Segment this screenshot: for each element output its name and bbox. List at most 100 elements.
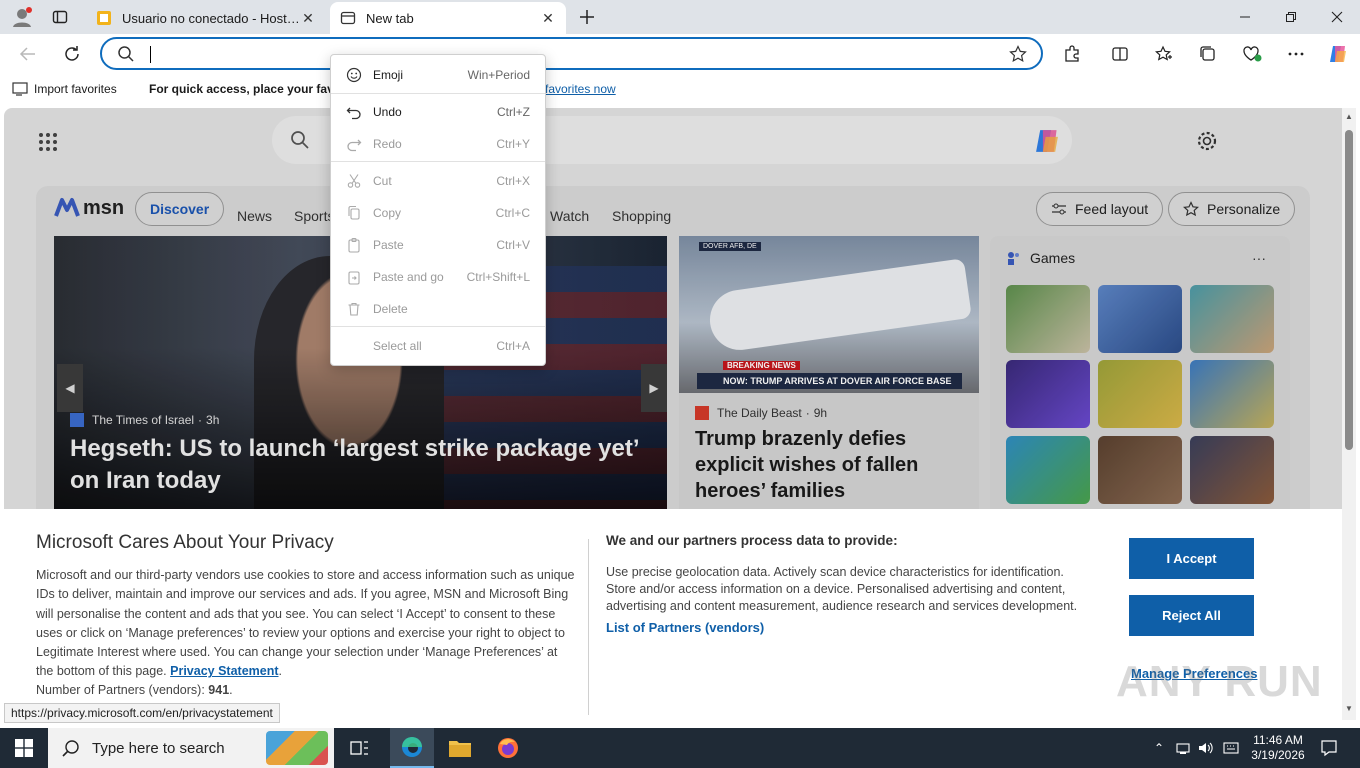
tab-close-icon[interactable]: ✕ <box>540 10 556 26</box>
favorites-icon[interactable] <box>1149 40 1179 68</box>
taskbar-edge-icon[interactable] <box>390 728 434 768</box>
menu-item-shortcut: Ctrl+X <box>496 174 530 188</box>
address-toolbar <box>0 34 1360 74</box>
minimize-icon[interactable] <box>1222 0 1268 34</box>
emoji-icon <box>345 66 363 84</box>
clock-date: 3/19/2026 <box>1251 748 1305 762</box>
favorites-hint-text: For quick access, place your favor <box>149 82 346 96</box>
status-bar-url: https://privacy.microsoft.com/en/privacy… <box>4 703 280 723</box>
taskbar-search-placeholder: Type here to search <box>92 739 225 757</box>
back-arrow-icon[interactable] <box>13 40 43 68</box>
menu-item-shortcut: Ctrl+Y <box>496 137 530 151</box>
partners-label: Number of Partners (vendors): <box>36 683 205 697</box>
split-screen-icon[interactable] <box>1105 40 1135 68</box>
import-favorites-label: Import favorites <box>34 82 117 96</box>
menu-item-copy[interactable]: Copy Ctrl+C <box>331 198 545 228</box>
paste-icon <box>345 236 363 254</box>
privacy-body: Microsoft and our third-party vendors us… <box>36 568 575 679</box>
privacy-statement-link[interactable]: Privacy Statement <box>170 664 278 678</box>
taskbar-firefox-icon[interactable] <box>486 728 530 768</box>
search-icon <box>62 739 80 757</box>
restore-icon[interactable] <box>1268 0 1314 34</box>
copy-icon <box>345 204 363 222</box>
search-highlight-puzzle-icon <box>266 731 328 765</box>
collections-icon[interactable] <box>1193 40 1223 68</box>
tab-strip: Usuario no conectado - Hosting ✕ New tab… <box>0 0 1360 34</box>
tray-keyboard-icon[interactable] <box>1220 728 1242 768</box>
tray-network-icon[interactable] <box>1174 728 1192 768</box>
menu-item-label: Select all <box>373 339 422 353</box>
favorite-star-icon[interactable] <box>1009 45 1027 66</box>
delete-icon <box>345 300 363 318</box>
menu-item-label: Delete <box>373 302 408 316</box>
data-purposes-title: We and our partners process data to prov… <box>606 533 898 548</box>
privacy-title: Microsoft Cares About Your Privacy <box>36 532 334 553</box>
menu-item-emoji[interactable]: Emoji Win+Period <box>331 60 545 90</box>
tab-hosting[interactable]: Usuario no conectado - Hosting ✕ <box>86 2 326 34</box>
undo-icon <box>345 103 363 121</box>
tray-clock[interactable]: 11:46 AM 3/19/2026 <box>1246 728 1310 768</box>
extensions-icon[interactable] <box>1057 40 1087 68</box>
tray-chevron-up-icon[interactable]: ⌃ <box>1150 728 1168 768</box>
copilot-icon[interactable] <box>1323 40 1353 68</box>
manage-favorites-link[interactable]: favorites now <box>545 82 616 96</box>
address-bar[interactable] <box>100 37 1043 70</box>
menu-item-label: Undo <box>373 105 402 119</box>
more-menu-icon[interactable] <box>1281 40 1311 68</box>
favorites-bar: Import favorites For quick access, place… <box>0 74 1360 106</box>
menu-item-select-all[interactable]: Select all Ctrl+A <box>331 331 545 361</box>
menu-item-shortcut: Ctrl+Shift+L <box>466 270 530 284</box>
search-icon <box>117 45 135 66</box>
menu-item-cut[interactable]: Cut Ctrl+X <box>331 166 545 196</box>
text-caret <box>150 46 151 63</box>
data-purposes-body: Use precise geolocation data. Actively s… <box>606 565 1078 613</box>
privacy-body-text: Microsoft and our third-party vendors us… <box>36 568 575 679</box>
menu-item-shortcut: Ctrl+V <box>496 238 530 252</box>
import-icon <box>12 82 28 96</box>
tray-volume-icon[interactable] <box>1196 728 1216 768</box>
address-input[interactable] <box>148 44 988 64</box>
taskbar-search-box[interactable]: Type here to search <box>48 728 334 768</box>
start-windows-icon[interactable] <box>0 728 48 768</box>
menu-item-paste-and-go[interactable]: Paste and go Ctrl+Shift+L <box>331 262 545 292</box>
task-view-icon[interactable] <box>340 728 380 768</box>
watermark-logo: ANY RUN <box>1116 657 1323 706</box>
accept-button[interactable]: I Accept <box>1129 538 1254 579</box>
menu-item-paste[interactable]: Paste Ctrl+V <box>331 230 545 260</box>
menu-item-label: Cut <box>373 174 392 188</box>
reject-all-button[interactable]: Reject All <box>1129 595 1254 636</box>
partners-count: 941 <box>208 683 230 697</box>
cut-icon <box>345 172 363 190</box>
menu-item-redo[interactable]: Redo Ctrl+Y <box>331 129 545 159</box>
taskbar: Type here to search ⌃ 11:46 AM 3/19/2026 <box>0 728 1360 768</box>
menu-item-undo[interactable]: Undo Ctrl+Z <box>331 97 545 127</box>
tab-new-tab[interactable]: New tab ✕ <box>330 2 566 34</box>
page-scrollbar[interactable]: ▲ ▼ <box>1342 108 1356 720</box>
clock-time: 11:46 AM <box>1253 733 1303 747</box>
menu-item-shortcut: Win+Period <box>467 68 530 82</box>
menu-item-label: Paste and go <box>373 270 444 284</box>
scroll-up-icon[interactable]: ▲ <box>1345 112 1353 121</box>
menu-item-label: Emoji <box>373 68 404 82</box>
menu-item-delete[interactable]: Delete <box>331 294 545 324</box>
paste-go-icon <box>345 268 363 286</box>
partners-list-link[interactable]: List of Partners (vendors) <box>606 620 764 635</box>
profile-avatar-icon[interactable] <box>8 5 36 29</box>
browser-essentials-icon[interactable] <box>1237 40 1267 68</box>
scrollbar-thumb[interactable] <box>1345 130 1353 450</box>
menu-item-label: Copy <box>373 206 402 220</box>
refresh-icon[interactable] <box>57 40 87 68</box>
redo-icon <box>345 135 363 153</box>
new-tab-plus-icon[interactable] <box>573 5 601 29</box>
tab-title: Usuario no conectado - Hosting <box>122 10 300 26</box>
tab-actions-icon[interactable] <box>46 5 74 29</box>
taskbar-file-explorer-icon[interactable] <box>438 728 482 768</box>
context-menu: Emoji Win+Period Undo Ctrl+Z Redo Ctrl+Y… <box>330 54 546 366</box>
notifications-icon[interactable] <box>1314 728 1344 768</box>
menu-item-shortcut: Ctrl+A <box>496 339 530 353</box>
tab-close-icon[interactable]: ✕ <box>300 10 316 26</box>
close-window-icon[interactable] <box>1314 0 1360 34</box>
scroll-down-icon[interactable]: ▼ <box>1345 704 1353 713</box>
import-favorites-button[interactable]: Import favorites <box>12 82 117 96</box>
menu-item-shortcut: Ctrl+C <box>495 206 530 220</box>
